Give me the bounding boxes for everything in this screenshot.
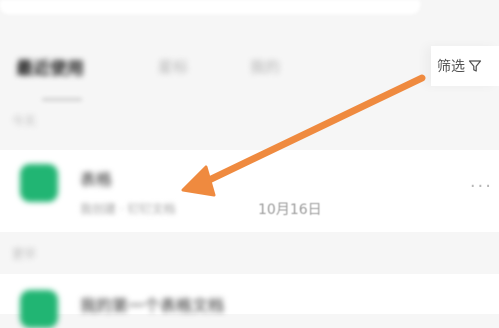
filter-label: 筛选 [437,59,465,75]
file-date: 10月16日 [258,202,322,218]
spreadsheet-icon [20,164,58,202]
file-list-item[interactable]: 我的第一个表格文档 [0,274,499,328]
file-name: 我的第一个表格文档 [80,296,225,315]
active-tab-indicator [42,98,82,101]
section-label-earlier: 更早 [12,247,37,261]
section-label-today: 今天 [12,114,37,128]
spreadsheet-icon [20,290,58,328]
filter-button[interactable]: 筛选 [431,46,499,86]
tab-starred[interactable]: 星标 [158,56,188,77]
file-meta: 我创建 · 钉钉文档 [80,202,176,216]
funnel-icon [468,60,482,72]
file-list-item[interactable]: 表格 我创建 · 钉钉文档 10月16日 ··· [0,150,499,232]
top-card [0,0,420,14]
tab-bar: 最近使用 星标 我的 [0,40,499,101]
more-icon[interactable]: ··· [470,176,493,197]
tab-mine[interactable]: 我的 [250,56,280,77]
tab-recent[interactable]: 最近使用 [16,54,84,79]
file-name: 表格 [80,170,113,189]
